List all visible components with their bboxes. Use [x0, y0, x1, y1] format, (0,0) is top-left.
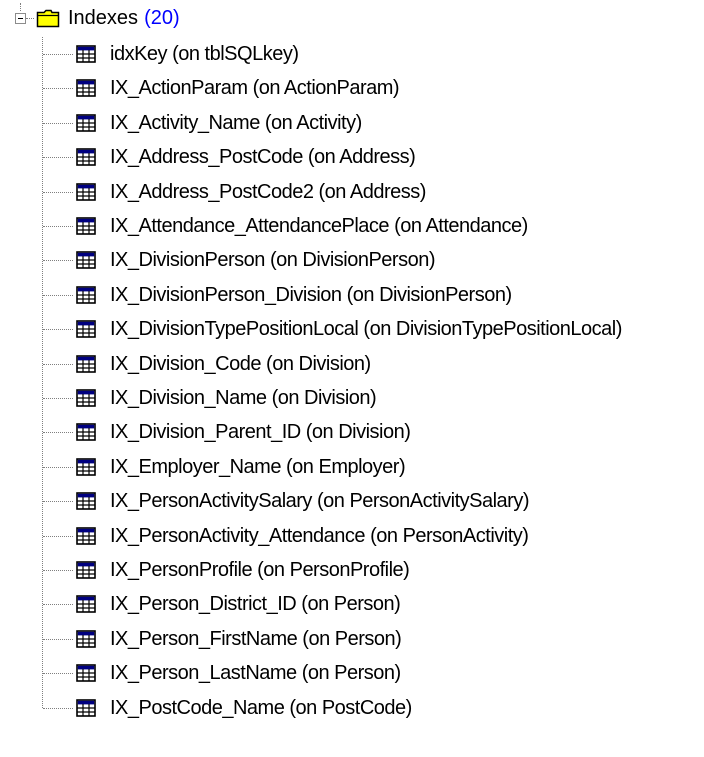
table-index-icon [76, 423, 96, 442]
index-label: IX_Address_PostCode2 (on Address) [110, 180, 426, 203]
index-label: IX_Activity_Name (on Activity) [110, 111, 362, 134]
index-label: IX_Division_Parent_ID (on Division) [110, 421, 411, 444]
table-index-icon [76, 79, 96, 98]
folder-icon [36, 9, 60, 28]
table-index-icon [76, 217, 96, 235]
index-tree-view[interactable]: Indexes (20) idxKey (on tblSQLkey) IX_Acti… [0, 0, 704, 757]
tree-node-index[interactable]: IX_ActionParam (on ActionParam) [0, 71, 704, 106]
tree-node-index[interactable]: IX_PersonActivity_Attendance (on PersonA… [0, 519, 704, 554]
tree-connector-line [43, 329, 73, 331]
index-label: IX_Employer_Name (on Employer) [110, 455, 406, 478]
tree-connector-line [43, 157, 73, 159]
tree-connector-line [43, 54, 73, 55]
index-label: IX_Attendance_AttendancePlace (on Attend… [110, 215, 528, 237]
table-index-icon [76, 595, 96, 614]
collapse-icon[interactable] [15, 13, 26, 24]
tree-connector-line [43, 122, 73, 124]
tree-connector-line [43, 707, 73, 709]
table-index-icon [76, 492, 96, 510]
index-label: idxKey (on tblSQLkey) [110, 43, 299, 65]
tree-connector-line [20, 3, 21, 11]
table-index-icon [76, 113, 96, 132]
table-index-icon [76, 457, 96, 476]
index-label: IX_Address_PostCode (on Address) [110, 146, 416, 169]
index-label: IX_Person_District_ID (on Person) [110, 593, 401, 616]
tree-node-index[interactable]: idxKey (on tblSQLkey) [0, 37, 704, 72]
indexes-label: Indexes [68, 7, 139, 29]
tree-connector-line [26, 18, 34, 19]
tree-connector-line [43, 466, 73, 468]
tree-node-indexes[interactable]: Indexes (20) [0, 3, 704, 37]
tree-connector-line [43, 673, 73, 675]
index-label: IX_Person_FirstName (on Person) [110, 627, 402, 650]
index-label: IX_Division_Name (on Division) [110, 387, 377, 409]
tree-node-index[interactable]: IX_Division_Parent_ID (on Division) [0, 415, 704, 450]
tree-connector-line [43, 363, 73, 365]
tree-node-index[interactable]: IX_Division_Name (on Division) [0, 381, 704, 416]
tree-connector-line [43, 191, 73, 193]
tree-connector-line [43, 432, 73, 434]
table-index-icon [76, 45, 96, 63]
table-index-icon [76, 629, 96, 648]
table-index-icon [76, 664, 96, 682]
index-label: IX_ActionParam (on ActionParam) [110, 77, 400, 100]
tree-node-index[interactable]: IX_PersonProfile (on PersonProfile) [0, 553, 704, 588]
tree-node-index[interactable]: IX_Person_District_ID (on Person) [0, 587, 704, 622]
tree-node-index[interactable]: IX_Person_FirstName (on Person) [0, 622, 704, 657]
tree-node-label: Indexes (20) [68, 4, 180, 32]
tree-connector-line [43, 398, 73, 399]
table-index-icon [76, 698, 96, 717]
index-count: (20) [144, 7, 180, 29]
table-index-icon [76, 285, 96, 304]
index-label: IX_PersonActivity_Attendance (on PersonA… [110, 524, 529, 547]
tree-node-index[interactable]: IX_Address_PostCode (on Address) [0, 140, 704, 175]
tree-node-index[interactable]: IX_Activity_Name (on Activity) [0, 106, 704, 141]
index-label: IX_PersonProfile (on PersonProfile) [110, 559, 410, 581]
tree-connector-line [43, 501, 73, 503]
table-index-icon [76, 320, 96, 338]
table-index-icon [76, 251, 96, 270]
tree-node-index[interactable]: IX_Attendance_AttendancePlace (on Attend… [0, 209, 704, 244]
tree-connector-line [43, 604, 73, 606]
tree-node-index[interactable]: IX_DivisionTypePositionLocal (on Divisio… [0, 312, 704, 347]
tree-node-index[interactable]: IX_DivisionPerson_Division (on DivisionP… [0, 278, 704, 313]
tree-node-index[interactable]: IX_DivisionPerson (on DivisionPerson) [0, 243, 704, 278]
index-label: IX_Person_LastName (on Person) [110, 662, 401, 685]
table-index-icon [76, 354, 96, 373]
index-label: IX_PostCode_Name (on PostCode) [110, 696, 412, 719]
tree-node-index[interactable]: IX_Address_PostCode2 (on Address) [0, 175, 704, 210]
table-index-icon [76, 526, 96, 545]
tree-node-index[interactable]: IX_PostCode_Name (on PostCode) [0, 691, 704, 726]
tree-node-index[interactable]: IX_Employer_Name (on Employer) [0, 450, 704, 485]
tree-node-index[interactable]: IX_Person_LastName (on Person) [0, 656, 704, 691]
tree-connector-line [43, 88, 73, 90]
tree-connector-line [43, 638, 73, 640]
index-label: IX_DivisionPerson (on DivisionPerson) [110, 249, 435, 272]
index-label: IX_DivisionPerson_Division (on DivisionP… [110, 283, 512, 306]
table-index-icon [76, 148, 96, 166]
tree-connector-line [43, 260, 73, 262]
tree-node-index[interactable]: IX_Division_Code (on Division) [0, 347, 704, 382]
tree-connector-line [43, 535, 73, 537]
tree-connector-line [43, 226, 73, 227]
index-label: IX_Division_Code (on Division) [110, 352, 371, 375]
index-label: IX_DivisionTypePositionLocal (on Divisio… [110, 318, 622, 341]
tree-connector-line [43, 294, 73, 296]
tree-connector-line [43, 570, 73, 571]
tree-node-index[interactable]: IX_PersonActivitySalary (on PersonActivi… [0, 484, 704, 519]
table-index-icon [76, 182, 96, 201]
table-index-icon [76, 389, 96, 407]
index-label: IX_PersonActivitySalary (on PersonActivi… [110, 490, 530, 513]
table-index-icon [76, 561, 96, 579]
